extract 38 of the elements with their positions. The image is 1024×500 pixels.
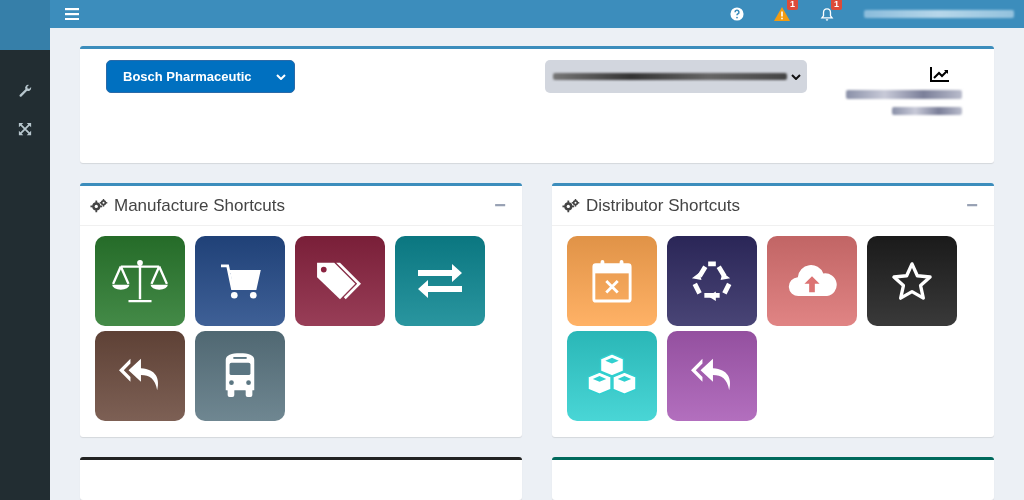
shortcut-tile[interactable]	[567, 331, 657, 421]
expand-icon[interactable]	[18, 122, 32, 136]
company-select[interactable]: Bosch Pharmaceutic	[106, 60, 295, 93]
alert-count-badge: 1	[787, 0, 798, 10]
collapse-button[interactable]: −	[488, 194, 512, 217]
shortcut-tile[interactable]	[395, 236, 485, 326]
shortcut-tile[interactable]	[95, 236, 185, 326]
star-icon	[891, 261, 933, 301]
shortcut-tile[interactable]	[195, 236, 285, 326]
logo-area	[0, 0, 50, 50]
notification-count-badge: 1	[831, 0, 842, 10]
shortcut-tile[interactable]	[567, 236, 657, 326]
shortcut-tile[interactable]	[667, 236, 757, 326]
shortcut-tile[interactable]	[667, 331, 757, 421]
line-chart-icon[interactable]	[930, 66, 950, 82]
shortcut-tile[interactable]	[195, 331, 285, 421]
exchange-arrows-icon	[416, 263, 464, 299]
panel-title: Manufacture Shortcuts	[114, 195, 287, 216]
cloud-upload-icon	[787, 264, 837, 298]
bell-icon[interactable]	[820, 6, 834, 22]
wrench-icon[interactable]	[18, 84, 32, 98]
warning-icon[interactable]	[774, 7, 790, 21]
shortcut-tile[interactable]	[867, 236, 957, 326]
scale-icon	[111, 257, 169, 305]
chevron-down-icon	[791, 73, 801, 80]
collapse-button[interactable]: −	[960, 194, 984, 217]
shortcut-tile[interactable]	[95, 331, 185, 421]
chevron-down-icon	[276, 73, 286, 80]
gears-icon	[90, 198, 108, 213]
shortcut-tile[interactable]	[295, 236, 385, 326]
panel-title: Distributor Shortcuts	[586, 195, 741, 216]
cart-icon	[219, 262, 261, 300]
shortcut-tile[interactable]	[767, 236, 857, 326]
gears-icon	[562, 198, 580, 213]
help-icon[interactable]	[730, 7, 744, 21]
menu-icon[interactable]	[65, 8, 79, 20]
blurred-select[interactable]	[545, 60, 807, 93]
calendar-x-icon	[591, 258, 633, 304]
